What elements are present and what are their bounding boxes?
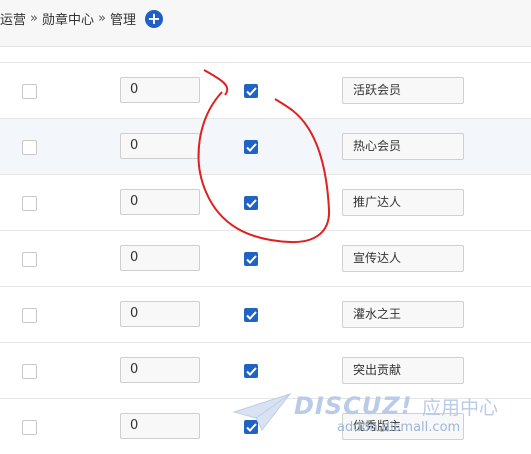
table-row: 0 突出贡献 <box>0 342 531 398</box>
display-order-input[interactable]: 0 <box>120 77 200 103</box>
check-icon <box>245 254 257 264</box>
check-icon <box>245 142 257 152</box>
medal-name-input[interactable]: 活跃会员 <box>342 77 464 104</box>
display-order-input[interactable]: 0 <box>120 245 200 271</box>
add-icon[interactable]: + <box>144 9 163 28</box>
enabled-checkbox[interactable] <box>244 308 258 322</box>
medal-table: 0 活跃会员 0 热心会员 0 推广达人 0 宣传达人 0 灌水之王 0 突出贡献 0 优秀版主 <box>0 62 531 454</box>
row-select-checkbox[interactable] <box>22 252 37 267</box>
table-row: 0 推广达人 <box>0 174 531 230</box>
breadcrumb-item-manage: 管理 <box>109 13 136 28</box>
medal-name-input[interactable]: 热心会员 <box>342 133 464 160</box>
table-row: 0 热心会员 <box>0 118 531 174</box>
row-select-checkbox[interactable] <box>22 196 37 211</box>
table-row: 0 灌水之王 <box>0 286 531 342</box>
medal-name-input[interactable]: 推广达人 <box>342 189 464 216</box>
medal-name-input[interactable]: 宣传达人 <box>342 245 464 272</box>
medal-name-input[interactable]: 优秀版主 <box>342 413 464 440</box>
display-order-input[interactable]: 0 <box>120 133 200 159</box>
enabled-checkbox[interactable] <box>244 84 258 98</box>
check-icon <box>245 366 257 376</box>
row-select-checkbox[interactable] <box>22 84 37 99</box>
breadcrumb-separator: » <box>30 11 38 26</box>
display-order-input[interactable]: 0 <box>120 413 200 439</box>
enabled-checkbox[interactable] <box>244 140 258 154</box>
breadcrumb-item-medal-center[interactable]: 勋章中心 <box>42 9 94 28</box>
row-select-checkbox[interactable] <box>22 140 37 155</box>
enabled-checkbox[interactable] <box>244 252 258 266</box>
medal-name-input[interactable]: 灌水之王 <box>342 301 464 328</box>
row-select-checkbox[interactable] <box>22 364 37 379</box>
row-select-checkbox[interactable] <box>22 420 37 435</box>
table-row: 0 宣传达人 <box>0 230 531 286</box>
enabled-checkbox[interactable] <box>244 364 258 378</box>
check-icon <box>245 422 257 432</box>
row-select-checkbox[interactable] <box>22 308 37 323</box>
breadcrumb: 运营 » 勋章中心 » 管理 + <box>0 9 163 28</box>
display-order-input[interactable]: 0 <box>120 301 200 327</box>
spacer <box>0 47 531 62</box>
display-order-input[interactable]: 0 <box>120 357 200 383</box>
display-order-input[interactable]: 0 <box>120 189 200 215</box>
check-icon <box>245 86 257 96</box>
medal-name-input[interactable]: 突出贡献 <box>342 357 464 384</box>
enabled-checkbox[interactable] <box>244 196 258 210</box>
breadcrumb-separator: » <box>98 11 106 26</box>
enabled-checkbox[interactable] <box>244 420 258 434</box>
check-icon <box>245 310 257 320</box>
table-row: 0 活跃会员 <box>0 62 531 118</box>
breadcrumb-item-operations[interactable]: 运营 <box>0 9 26 28</box>
table-row: 0 优秀版主 <box>0 398 531 454</box>
check-icon <box>245 198 257 208</box>
header-bar: 运营 » 勋章中心 » 管理 + <box>0 0 531 47</box>
